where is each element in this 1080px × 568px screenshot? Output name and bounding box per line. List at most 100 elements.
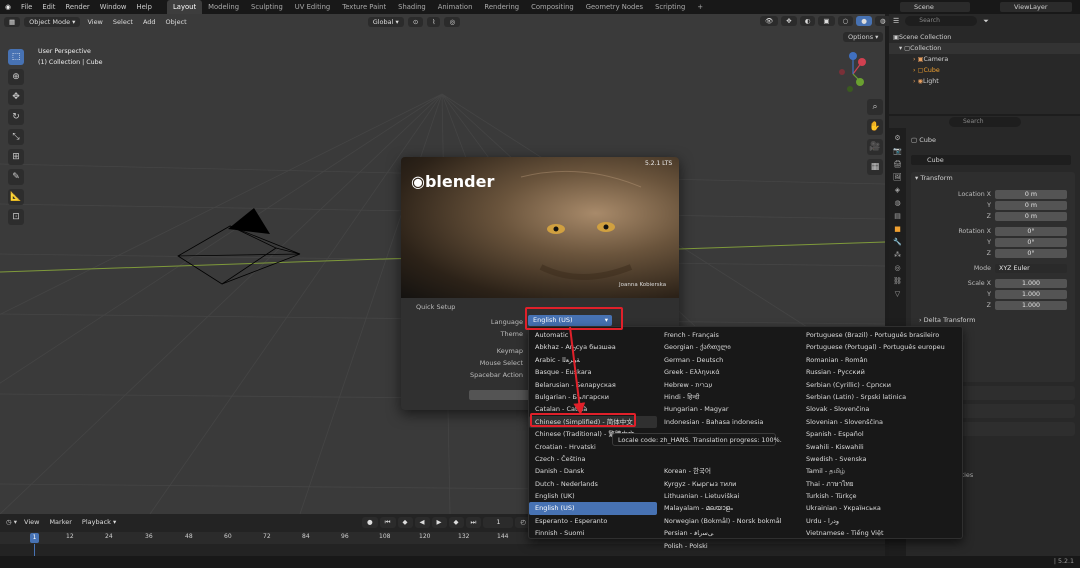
language-option[interactable]: French - Français bbox=[658, 329, 786, 341]
move-icon[interactable]: ✥ bbox=[8, 89, 24, 105]
data-tab-icon[interactable]: ▽ bbox=[895, 290, 900, 298]
rotate-icon[interactable]: ↻ bbox=[8, 109, 24, 125]
blender-logo-icon[interactable]: ◉ bbox=[0, 0, 16, 14]
viewport-menu-select[interactable]: Select bbox=[110, 18, 136, 26]
viewport-menu-object[interactable]: Object bbox=[163, 18, 190, 26]
language-option[interactable]: Urdu - ﻭﺩﺭﺍ bbox=[800, 515, 960, 527]
language-option[interactable]: Turkish - Türkçe bbox=[800, 490, 960, 502]
prev-key-icon[interactable]: ◆ bbox=[397, 517, 413, 528]
viewport-menu-add[interactable]: Add bbox=[140, 18, 159, 26]
language-option[interactable]: Slovak - Slovenčina bbox=[800, 403, 960, 415]
timeline-menu-view[interactable]: View bbox=[21, 518, 42, 526]
language-option-hidden[interactable] bbox=[658, 453, 786, 465]
language-option[interactable]: Malayalam - മലയാളം bbox=[658, 502, 786, 514]
language-option[interactable]: Esperanto - Esperanto bbox=[529, 515, 657, 527]
zoom-icon[interactable]: ⌕ bbox=[867, 99, 883, 115]
language-option[interactable]: Portuguese (Brazil) - Português brasilei… bbox=[800, 329, 960, 341]
select-box-icon[interactable]: ⬚ bbox=[8, 49, 24, 65]
timeline-menu-playback[interactable]: Playback ▾ bbox=[79, 518, 119, 526]
language-option[interactable]: Romanian - Român bbox=[800, 354, 960, 366]
play-reverse-icon[interactable]: ◀ bbox=[414, 517, 430, 528]
language-option[interactable]: Danish - Dansk bbox=[529, 465, 657, 477]
timeline-editor-icon[interactable]: ◷ ▾ bbox=[6, 518, 17, 526]
language-option[interactable]: Basque - Euskara bbox=[529, 366, 657, 378]
language-option[interactable]: Slovenian - Slovenščina bbox=[800, 416, 960, 428]
next-key-icon[interactable]: ◆ bbox=[448, 517, 464, 528]
visibility-icon[interactable]: 👁 bbox=[760, 16, 779, 26]
xray-icon[interactable]: ▣ bbox=[818, 16, 835, 26]
scale-x-field[interactable]: 1.000 bbox=[995, 279, 1067, 288]
language-option[interactable]: Thai - ภาษาไทย bbox=[800, 478, 960, 490]
menu-edit[interactable]: Edit bbox=[37, 0, 60, 14]
record-icon[interactable]: ● bbox=[362, 517, 378, 528]
language-option[interactable]: Finnish - Suomi bbox=[529, 527, 657, 539]
mode-selector[interactable]: Object Mode ▾ bbox=[24, 17, 81, 27]
language-option[interactable]: Hungarian - Magyar bbox=[658, 403, 786, 415]
tab-sculpting[interactable]: Sculpting bbox=[245, 0, 289, 14]
tab-layout[interactable]: Layout bbox=[167, 0, 203, 14]
language-option[interactable]: German - Deutsch bbox=[658, 354, 786, 366]
language-option[interactable]: Portuguese (Portugal) - Português europe… bbox=[800, 341, 960, 353]
language-option[interactable]: Czech - Čeština bbox=[529, 453, 657, 465]
language-option[interactable]: Belarusian - Беларуская bbox=[529, 379, 657, 391]
outliner-cube[interactable]: Cube bbox=[923, 67, 939, 74]
gizmo-icon[interactable]: ✥ bbox=[781, 16, 797, 26]
language-option-selected[interactable]: English (US) bbox=[529, 502, 657, 515]
viewlayer-selector[interactable]: ViewLayer bbox=[1000, 2, 1072, 12]
output-tab-icon[interactable]: 🖨 bbox=[893, 160, 902, 168]
add-workspace-icon[interactable]: + bbox=[691, 0, 709, 14]
tab-modeling[interactable]: Modeling bbox=[202, 0, 245, 14]
rotation-mode-select[interactable]: XYZ Euler bbox=[995, 264, 1067, 273]
collection-label[interactable]: Collection bbox=[910, 45, 941, 52]
object-name-field[interactable]: Cube bbox=[911, 155, 1071, 165]
language-option[interactable]: Kyrgyz - Кыргыз тили bbox=[658, 478, 786, 490]
scale-z-field[interactable]: 1.000 bbox=[995, 301, 1067, 310]
language-option[interactable]: Ukrainian - Українська bbox=[800, 502, 960, 514]
editor-type-icon[interactable]: ▦ bbox=[4, 17, 21, 27]
language-option[interactable]: Polish - Polski bbox=[658, 540, 786, 552]
playhead[interactable]: 1 bbox=[30, 533, 39, 543]
tool-tab-icon[interactable]: ⚙ bbox=[894, 134, 900, 142]
tab-compositing[interactable]: Compositing bbox=[525, 0, 580, 14]
annotate-icon[interactable]: ✎ bbox=[8, 169, 24, 185]
rotation-y-field[interactable]: 0° bbox=[995, 238, 1067, 247]
pan-hand-icon[interactable]: ✋ bbox=[867, 119, 883, 135]
cursor-icon[interactable]: ⊕ bbox=[8, 69, 24, 85]
language-option[interactable]: Dutch - Nederlands bbox=[529, 478, 657, 490]
menu-render[interactable]: Render bbox=[60, 0, 94, 14]
language-option[interactable]: Bulgarian - Български bbox=[529, 391, 657, 403]
rotation-x-field[interactable]: 0° bbox=[995, 227, 1067, 236]
play-icon[interactable]: ▶ bbox=[431, 517, 447, 528]
proportional-edit-icon[interactable]: ◎ bbox=[444, 17, 461, 27]
tab-rendering[interactable]: Rendering bbox=[478, 0, 525, 14]
physics-tab-icon[interactable]: ◎ bbox=[894, 264, 900, 272]
language-option[interactable]: Serbian (Cyrillic) - Српски bbox=[800, 379, 960, 391]
language-option[interactable]: Tamil - தமிழ் bbox=[800, 465, 960, 477]
jump-end-icon[interactable]: ⏭ bbox=[465, 517, 482, 528]
language-option[interactable]: Indonesian - Bahasa indonesia bbox=[658, 416, 786, 428]
tab-animation[interactable]: Animation bbox=[432, 0, 479, 14]
language-option[interactable]: Hebrew - עברית bbox=[658, 379, 786, 391]
outliner-camera[interactable]: Camera bbox=[923, 56, 948, 63]
scene-selector[interactable]: Scene bbox=[900, 2, 970, 12]
render-tab-icon[interactable]: 📷 bbox=[893, 147, 902, 155]
measure-icon[interactable]: 📐 bbox=[8, 189, 24, 205]
outliner-light[interactable]: Light bbox=[923, 78, 939, 85]
menu-window[interactable]: Window bbox=[95, 0, 132, 14]
overlay-icon[interactable]: ◐ bbox=[799, 16, 816, 26]
scale-icon[interactable]: ⤡ bbox=[8, 129, 24, 145]
language-option[interactable]: Greek - Ελληνικά bbox=[658, 366, 786, 378]
transform-header[interactable]: ▾ Transform bbox=[911, 172, 1075, 185]
outliner-search-input[interactable]: Search bbox=[905, 16, 978, 26]
view-layer-tab-icon[interactable]: 🖼 bbox=[893, 173, 902, 181]
constraints-tab-icon[interactable]: ⛓ bbox=[893, 277, 902, 285]
jump-start-icon[interactable]: ⏮ bbox=[379, 517, 396, 528]
delta-transform-header[interactable]: › Delta Transform bbox=[911, 316, 1075, 324]
transform-icon[interactable]: ⊞ bbox=[8, 149, 24, 165]
shading-wireframe-icon[interactable]: ○ bbox=[837, 16, 854, 26]
tab-scripting[interactable]: Scripting bbox=[649, 0, 691, 14]
language-option[interactable]: Persian - ﯽﺳﺭﺎﻓ bbox=[658, 527, 786, 539]
tab-geometry-nodes[interactable]: Geometry Nodes bbox=[580, 0, 649, 14]
options-button[interactable]: Options ▾ bbox=[843, 32, 884, 42]
orientation-selector[interactable]: Global ▾ bbox=[367, 17, 404, 27]
